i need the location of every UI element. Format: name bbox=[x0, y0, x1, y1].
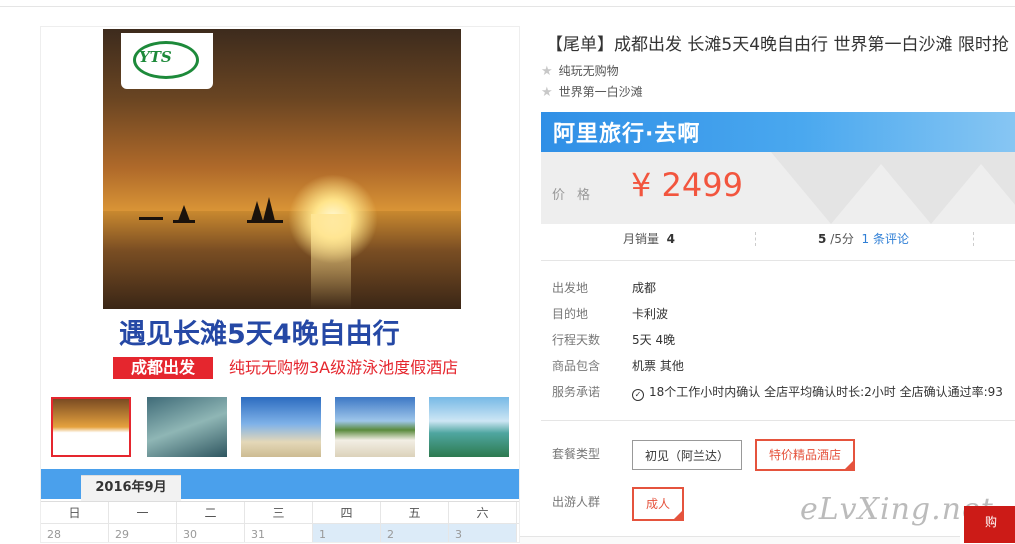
package-option-basic[interactable]: 初见（阿兰达） bbox=[632, 440, 743, 470]
thumbnail-1[interactable] bbox=[51, 397, 131, 457]
calendar-weekday-row: 日 一 二 三 四 五 六 bbox=[41, 501, 519, 524]
calendar-day: 28 bbox=[41, 524, 109, 542]
rating-suffix: /5分 bbox=[830, 232, 854, 246]
thumbnail-4[interactable] bbox=[335, 397, 415, 457]
image-subline: 纯玩无购物3A级游泳池度假酒店 bbox=[229, 358, 459, 377]
sales-value: 4 bbox=[666, 232, 676, 246]
info-includes: 商品包含 机票 其他 bbox=[552, 357, 684, 374]
calendar-day: 30 bbox=[177, 524, 245, 542]
weekday-sat: 六 bbox=[449, 502, 517, 524]
info-destination: 目的地 卡利波 bbox=[552, 305, 668, 322]
product-gallery: YTS 遇见长滩5天4晚自由行 成都出发 纯玩无购物3A级游泳池度假酒店 201… bbox=[40, 26, 520, 543]
logo-text: YTS bbox=[139, 48, 172, 66]
info-value: 18个工作小时内确认 全店平均确认时长:2小时 全店确认通过率:93 bbox=[649, 385, 1003, 399]
price-value: ¥ 2499 bbox=[631, 166, 743, 204]
divider bbox=[541, 260, 1015, 261]
image-departure-tag: 成都出发 bbox=[113, 357, 213, 379]
info-key: 服务承诺 bbox=[552, 385, 601, 399]
thumbnail-3[interactable] bbox=[241, 397, 321, 457]
weekday-wed: 三 bbox=[245, 502, 313, 524]
info-duration: 行程天数 5天 4晚 bbox=[552, 331, 675, 348]
price-label: 价格 bbox=[552, 188, 603, 203]
calendar-day: 31 bbox=[245, 524, 313, 542]
weekday-tue: 二 bbox=[177, 502, 245, 524]
divider bbox=[755, 232, 757, 246]
day-number: 31 bbox=[251, 528, 265, 541]
feature-label: 世界第一白沙滩 bbox=[558, 85, 643, 99]
product-title: 【尾单】成都出发 长滩5天4晚自由行 世界第一白沙滩 限时抢 bbox=[546, 35, 1009, 55]
weekday-mon: 一 bbox=[109, 502, 177, 524]
day-number: 3 bbox=[455, 528, 462, 541]
weekday-fri: 五 bbox=[381, 502, 449, 524]
sun-reflection bbox=[311, 214, 351, 309]
check-circle-icon: ✓ bbox=[632, 389, 644, 401]
sales-label: 月销量 bbox=[623, 232, 660, 246]
brand-logo: 阿里旅行·去啊 bbox=[553, 122, 701, 147]
day-number: 2 bbox=[387, 528, 394, 541]
info-key: 行程天数 bbox=[552, 333, 601, 347]
main-product-image[interactable]: YTS 遇见长滩5天4晚自由行 成都出发 纯玩无购物3A级游泳池度假酒店 bbox=[103, 29, 461, 387]
calendar-day[interactable]: 1 bbox=[313, 524, 381, 542]
divider bbox=[541, 420, 1015, 421]
top-divider bbox=[0, 6, 1015, 7]
monthly-sales: 月销量 4 bbox=[623, 230, 675, 247]
info-key: 目的地 bbox=[552, 307, 589, 321]
rating: 5 /5分 1 条评论 bbox=[818, 230, 909, 247]
bg-pattern bbox=[971, 152, 1015, 224]
thumbnail-strip bbox=[49, 395, 519, 463]
package-type-label: 套餐类型 bbox=[552, 447, 601, 461]
info-value: 卡利波 bbox=[632, 307, 669, 321]
stats-row: 月销量 4 5 /5分 1 条评论 bbox=[541, 226, 1015, 254]
company-logo: YTS bbox=[121, 33, 213, 89]
info-key: 出发地 bbox=[552, 281, 589, 295]
feature-item: ★ 世界第一白沙滩 bbox=[541, 83, 643, 100]
calendar-day: 29 bbox=[109, 524, 177, 542]
calendar-day[interactable]: 3 bbox=[449, 524, 517, 542]
sea bbox=[103, 211, 461, 309]
sailboat bbox=[178, 205, 190, 221]
sailboat bbox=[251, 201, 263, 221]
rating-value: 5 bbox=[818, 232, 827, 246]
traveler-option-adult[interactable]: 成人 bbox=[632, 487, 685, 521]
calendar-month: 2016年9月 bbox=[95, 480, 167, 495]
reviews-link[interactable]: 1 条评论 bbox=[862, 232, 909, 246]
star-icon: ★ bbox=[541, 64, 553, 79]
feature-item: ★ 纯玩无购物 bbox=[541, 62, 619, 79]
sailboat bbox=[263, 197, 275, 221]
calendar-week-row: 28 29 30 31 1 2 3 bbox=[41, 523, 519, 542]
package-option-hotel[interactable]: 特价精品酒店 bbox=[755, 439, 856, 471]
traveler-type-label: 出游人群 bbox=[552, 495, 601, 509]
info-value: 成都 bbox=[632, 281, 657, 295]
info-value: 5天 4晚 bbox=[632, 333, 676, 347]
boat-hull bbox=[247, 220, 283, 223]
image-headline: 遇见长滩5天4晚自由行 bbox=[119, 319, 400, 350]
info-key: 商品包含 bbox=[552, 359, 601, 373]
star-icon: ★ bbox=[541, 85, 553, 100]
divider bbox=[973, 232, 975, 246]
boat-hull bbox=[173, 220, 195, 223]
weekday-thu: 四 bbox=[313, 502, 381, 524]
day-number: 28 bbox=[47, 528, 61, 541]
price-box: 阿里旅行·去啊 价格 ¥ 2499 bbox=[541, 112, 1015, 224]
boat-hull bbox=[139, 217, 163, 220]
thumbnail-2[interactable] bbox=[147, 397, 227, 457]
weekday-sun: 日 bbox=[41, 502, 109, 524]
feature-label: 纯玩无购物 bbox=[558, 64, 619, 78]
day-number: 1 bbox=[319, 528, 326, 541]
info-departure: 出发地 成都 bbox=[552, 279, 656, 296]
floating-widget-label: 购 bbox=[985, 515, 998, 529]
info-service: 服务承诺 ✓ 18个工作小时内确认 全店平均确认时长:2小时 全店确认通过率:93 bbox=[552, 383, 1003, 401]
thumbnail-5[interactable] bbox=[429, 397, 509, 457]
calendar-day[interactable]: 2 bbox=[381, 524, 449, 542]
day-number: 29 bbox=[115, 528, 129, 541]
info-value: 机票 其他 bbox=[632, 359, 684, 373]
day-number: 30 bbox=[183, 528, 197, 541]
